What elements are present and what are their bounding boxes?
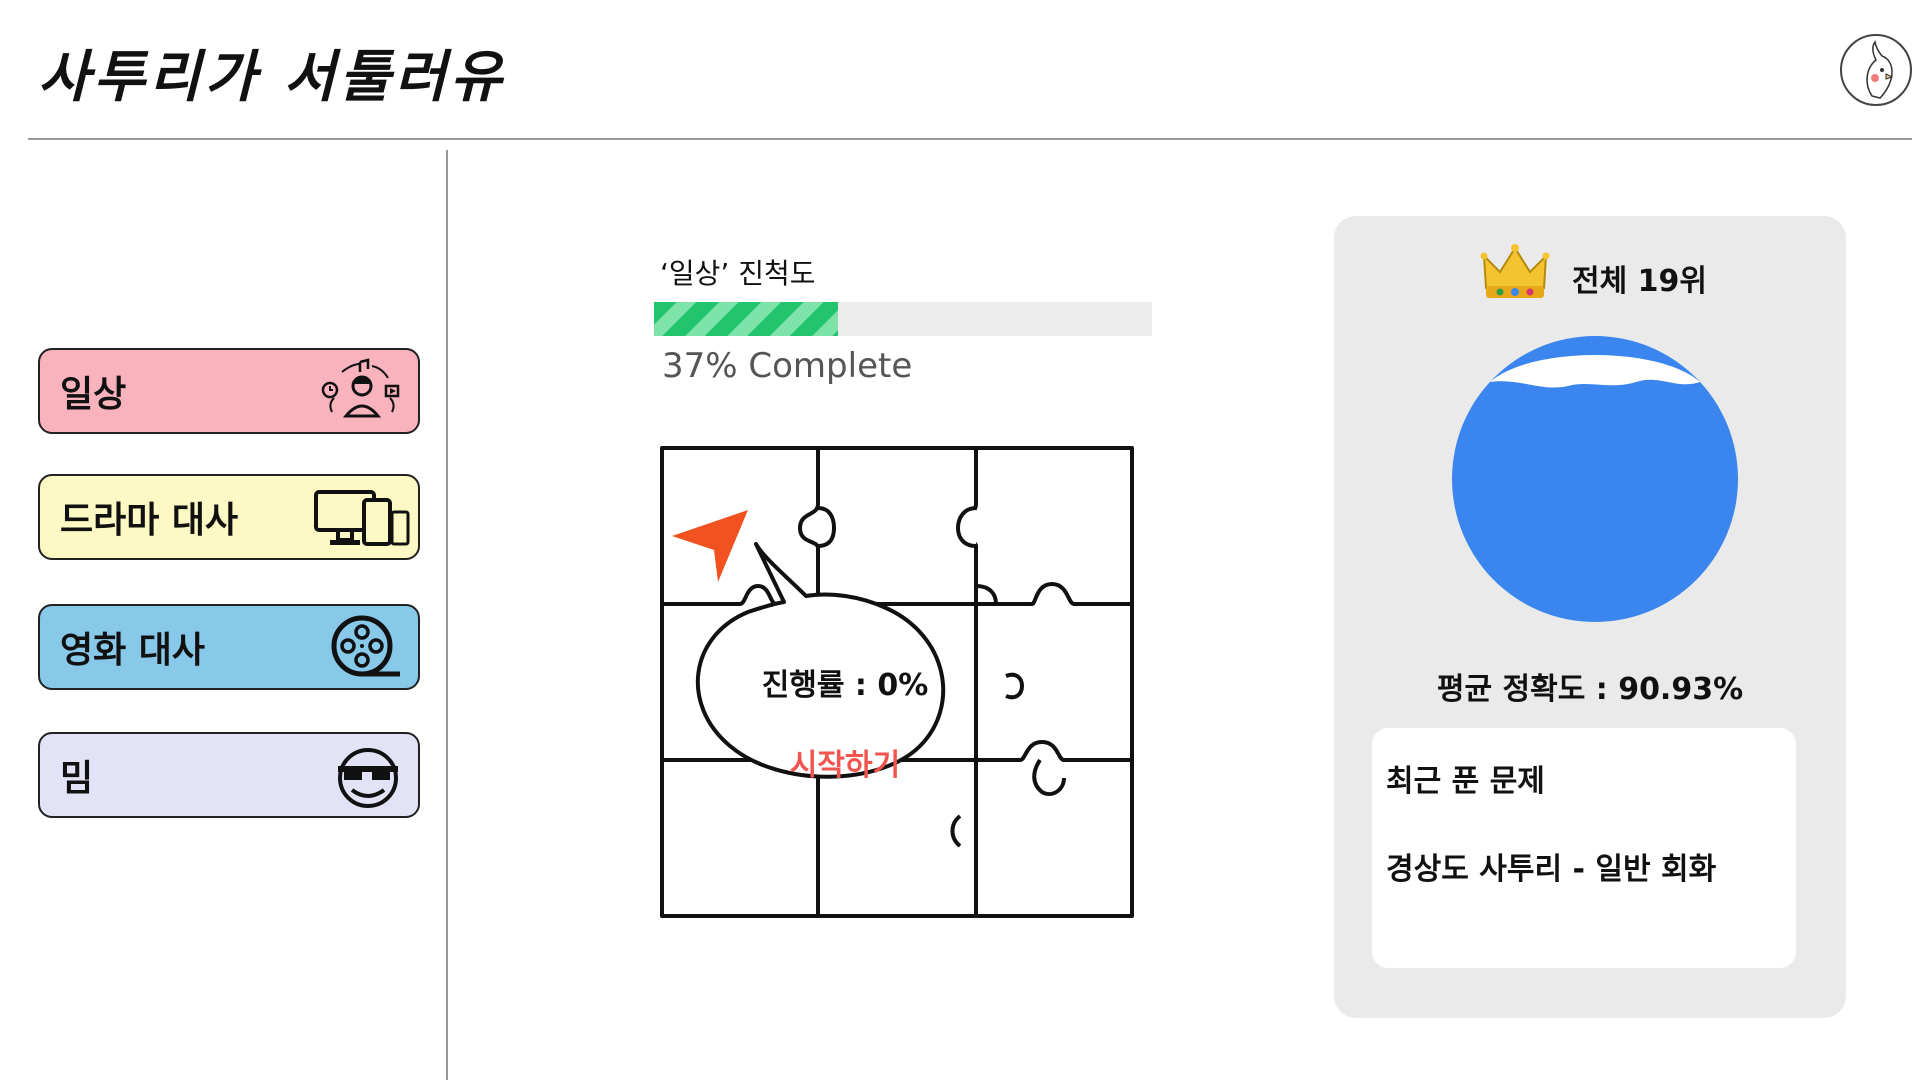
start-button[interactable]: 시작하기 xyxy=(740,740,950,784)
category-daily-button[interactable]: 일상 xyxy=(38,348,420,434)
header: 사투리가 서툴러유 xyxy=(0,0,1920,140)
progress-rate-text: 진행률 : 0% xyxy=(761,668,929,703)
profile-avatar[interactable] xyxy=(1840,34,1912,106)
progress-label: ‘일상’ 진척도 xyxy=(660,257,816,290)
category-daily-label: 일상 xyxy=(60,374,127,415)
category-meme-button[interactable]: 밈 xyxy=(38,732,420,818)
music-person-icon xyxy=(321,358,400,418)
app-title[interactable]: 사투리가 서툴러유 xyxy=(38,32,506,113)
water-globe-icon xyxy=(1452,336,1738,622)
film-reel-icon xyxy=(331,615,400,677)
average-accuracy: 평균 정확도 : 90.93% xyxy=(1436,672,1744,707)
rank-title: 전체 19위 xyxy=(1572,264,1707,299)
cockatiel-avatar-icon xyxy=(1866,40,1894,99)
progress-bar-fill xyxy=(654,302,839,336)
recent-problem-title: 최근 푼 문제 xyxy=(1386,764,1545,799)
progress-bar xyxy=(654,302,1152,336)
progress-text: 37% Complete xyxy=(662,346,913,386)
header-divider xyxy=(28,138,1912,140)
category-meme-label: 밈 xyxy=(60,758,94,799)
devices-icon xyxy=(314,490,410,546)
sunglasses-face-icon xyxy=(338,748,398,808)
recent-problem-item[interactable]: 경상도 사투리 - 일반 회화 xyxy=(1386,844,1716,888)
category-drama-label: 드라마 대사 xyxy=(60,500,239,541)
category-drama-button[interactable]: 드라마 대사 xyxy=(38,474,420,560)
sidebar-divider xyxy=(446,150,448,1080)
crown-icon xyxy=(1480,244,1550,298)
category-movie-button[interactable]: 영화 대사 xyxy=(38,604,420,690)
category-movie-label: 영화 대사 xyxy=(60,630,206,671)
